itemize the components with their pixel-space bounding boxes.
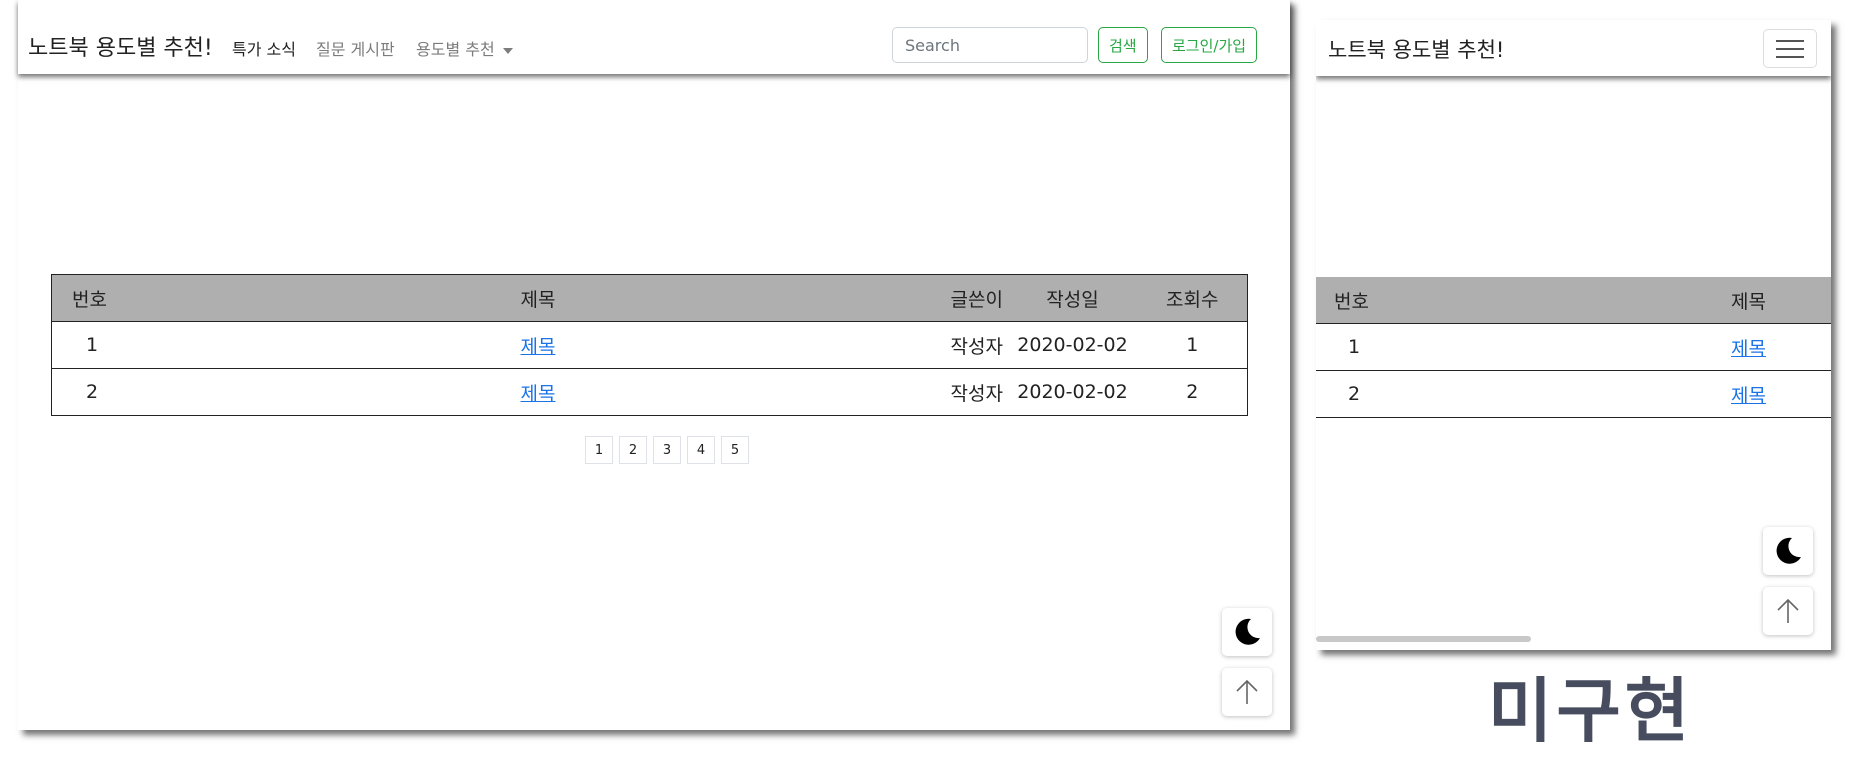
table-row: 1 제목 작성자 2020-02-02 1 xyxy=(51,321,1248,369)
navbar: 노트북 용도별 추천! 특가 소식 질문 게시판 용도별 추천 검색 로그인/가… xyxy=(18,0,1290,74)
horizontal-scrollbar[interactable] xyxy=(1316,636,1531,642)
brand-logo[interactable]: 노트북 용도별 추천! xyxy=(1328,34,1504,64)
pagination: 1 2 3 4 5 xyxy=(585,436,749,464)
dark-mode-button[interactable] xyxy=(1763,527,1813,575)
hamburger-icon xyxy=(1776,39,1804,42)
cell-title: 제목 xyxy=(127,368,888,416)
table-header-row: 번호 제목 글쓴이 작성일 조회수 xyxy=(51,274,1248,322)
cell-author: 작성자 xyxy=(887,321,1008,369)
mobile-navbar: 노트북 용도별 추천! xyxy=(1316,20,1831,76)
desktop-view: 노트북 용도별 추천! 특가 소식 질문 게시판 용도별 추천 검색 로그인/가… xyxy=(18,0,1290,730)
page-button-3[interactable]: 3 xyxy=(653,436,681,464)
post-title-link[interactable]: 제목 xyxy=(521,336,556,358)
scroll-top-button[interactable] xyxy=(1222,668,1272,716)
cell-number: 2 xyxy=(51,368,128,416)
search-button[interactable]: 검색 xyxy=(1098,27,1148,63)
page-button-2[interactable]: 2 xyxy=(619,436,647,464)
nav-link-deals[interactable]: 특가 소식 xyxy=(232,36,296,60)
page-button-4[interactable]: 4 xyxy=(687,436,715,464)
board-table: 번호 제목 1 제목 2 제목 xyxy=(1316,277,1831,418)
board-table: 번호 제목 글쓴이 작성일 조회수 1 제목 작성자 2020-02-02 1 … xyxy=(51,274,1248,416)
caret-down-icon xyxy=(502,47,513,54)
column-header-number: 번호 xyxy=(1316,277,1706,324)
cell-author: 작성자 xyxy=(887,368,1008,416)
dark-mode-button[interactable] xyxy=(1222,608,1272,656)
moon-icon xyxy=(1235,618,1260,645)
nav-dropdown-label: 용도별 추천 xyxy=(416,40,495,59)
post-title-link[interactable]: 제목 xyxy=(521,383,556,405)
mobile-table-scroll[interactable]: 번호 제목 1 제목 2 제목 xyxy=(1316,277,1831,418)
hamburger-menu-button[interactable] xyxy=(1763,29,1817,68)
brand-logo[interactable]: 노트북 용도별 추천! xyxy=(28,30,213,62)
nav-link-qna-board[interactable]: 질문 게시판 xyxy=(316,36,395,60)
column-header-author: 글쓴이 xyxy=(887,274,1008,322)
column-header-date: 작성일 xyxy=(1007,274,1138,322)
post-title-link[interactable]: 제목 xyxy=(1731,338,1766,360)
cell-views: 2 xyxy=(1137,368,1248,416)
cell-title: 제목 xyxy=(127,321,888,369)
page-button-1[interactable]: 1 xyxy=(585,436,613,464)
login-signup-button[interactable]: 로그인/가입 xyxy=(1161,27,1258,63)
cell-title: 제목 xyxy=(1706,370,1831,418)
unimplemented-label: 미구현 xyxy=(1488,670,1694,752)
arrow-up-icon xyxy=(1236,679,1258,704)
cell-number: 2 xyxy=(1316,370,1706,418)
arrow-up-icon xyxy=(1777,598,1799,623)
cell-date: 2020-02-02 xyxy=(1007,368,1138,416)
table-header-row: 번호 제목 xyxy=(1316,277,1831,324)
column-header-title: 제목 xyxy=(127,274,888,322)
scroll-top-button[interactable] xyxy=(1763,587,1813,635)
table-row: 1 제목 xyxy=(1316,323,1831,371)
search-input[interactable] xyxy=(892,27,1088,63)
column-header-number: 번호 xyxy=(51,274,128,322)
nav-dropdown-usage[interactable]: 용도별 추천 xyxy=(416,36,513,60)
moon-icon xyxy=(1776,537,1801,564)
column-header-views: 조회수 xyxy=(1137,274,1248,322)
cell-date: 2020-02-02 xyxy=(1007,321,1138,369)
table-row: 2 제목 작성자 2020-02-02 2 xyxy=(51,368,1248,416)
cell-title: 제목 xyxy=(1706,323,1831,371)
cell-number: 1 xyxy=(1316,323,1706,371)
cell-number: 1 xyxy=(51,321,128,369)
cell-views: 1 xyxy=(1137,321,1248,369)
post-title-link[interactable]: 제목 xyxy=(1731,385,1766,407)
table-row: 2 제목 xyxy=(1316,370,1831,418)
page-button-5[interactable]: 5 xyxy=(721,436,749,464)
mobile-view: 노트북 용도별 추천! 번호 제목 1 제목 2 제목 xyxy=(1316,20,1831,650)
column-header-title: 제목 xyxy=(1706,277,1831,324)
